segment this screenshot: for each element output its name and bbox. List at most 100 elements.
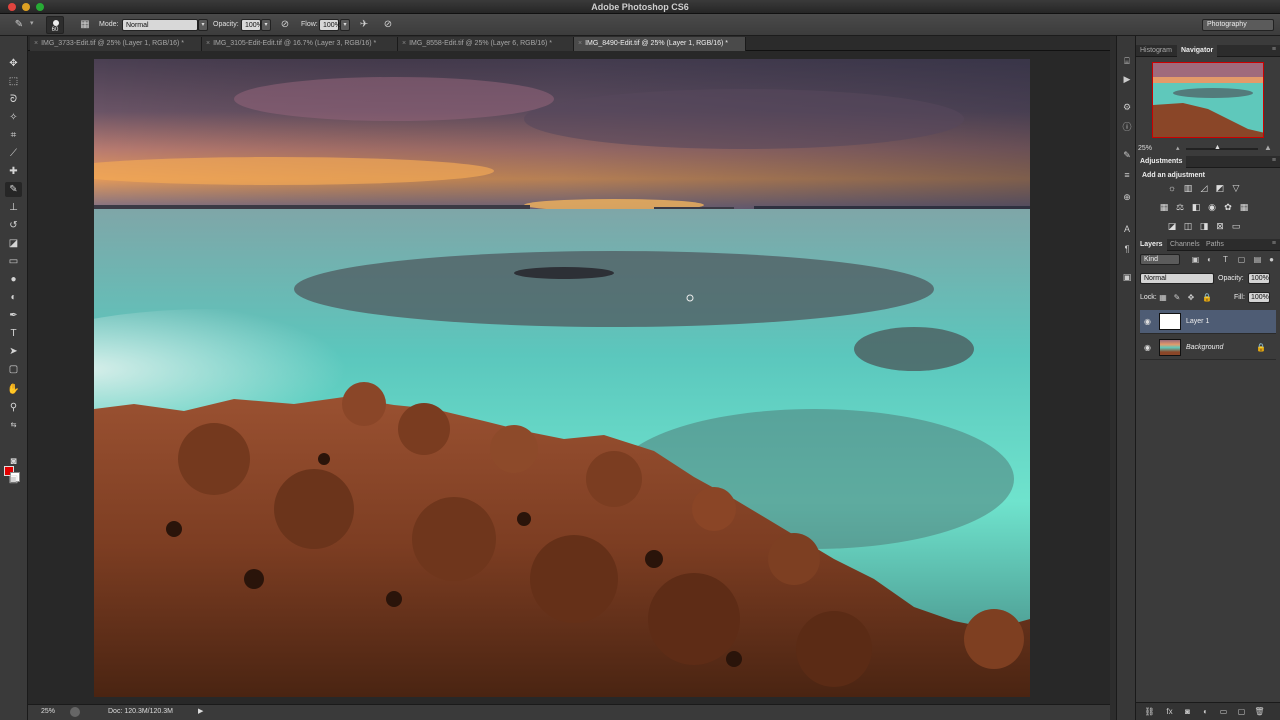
workspace-switcher[interactable]: Photography bbox=[1202, 19, 1274, 31]
tablet-size-icon[interactable]: ⊘ bbox=[381, 18, 395, 32]
mode-select[interactable]: Normal bbox=[122, 19, 198, 31]
zoom-in-icon[interactable]: ▲ bbox=[1264, 143, 1272, 152]
lasso-icon[interactable]: ᘐ bbox=[5, 92, 22, 107]
tab-img-3105[interactable]: × IMG_3105-Edit-Edit.tif @ 16.7% (Layer 3… bbox=[202, 37, 398, 51]
status-zoom[interactable]: 25% bbox=[41, 708, 55, 715]
layer-filter-select[interactable]: Kind bbox=[1140, 254, 1180, 265]
color-balance-icon[interactable]: ⚖ bbox=[1174, 201, 1186, 213]
quick-select-icon[interactable]: ✧ bbox=[5, 110, 22, 125]
history-brush-icon[interactable]: ↺ bbox=[5, 218, 22, 233]
curves-icon[interactable]: ◿ bbox=[1198, 182, 1210, 194]
photo-filter-icon[interactable]: ◉ bbox=[1206, 201, 1218, 213]
tablet-opacity-icon[interactable]: ⊘ bbox=[278, 18, 292, 32]
character-panel-icon[interactable]: A bbox=[1120, 222, 1134, 236]
flow-dropdown-icon[interactable]: ▾ bbox=[340, 19, 350, 31]
eraser-icon[interactable]: ◪ bbox=[5, 236, 22, 251]
tab-navigator[interactable]: Navigator bbox=[1177, 45, 1218, 57]
tool-presets-icon[interactable]: ▣ bbox=[1120, 270, 1134, 284]
layer-opacity-input[interactable]: 100% bbox=[1248, 273, 1270, 284]
layer-name[interactable]: Background bbox=[1186, 344, 1223, 351]
blend-mode-select[interactable]: Normal bbox=[1140, 273, 1214, 284]
levels-icon[interactable]: ▥ bbox=[1182, 182, 1194, 194]
gradient-icon[interactable]: ▭ bbox=[5, 254, 22, 269]
blur-icon[interactable]: ● bbox=[5, 272, 22, 287]
info-panel-icon[interactable]: ⓘ bbox=[1120, 120, 1134, 134]
tab-channels[interactable]: Channels bbox=[1166, 239, 1204, 251]
close-tab-icon[interactable]: × bbox=[206, 40, 210, 47]
hand-icon[interactable]: ✋ bbox=[5, 382, 22, 397]
preset-chevron-icon[interactable]: ▾ bbox=[30, 18, 34, 30]
filter-type-icon[interactable]: T bbox=[1220, 254, 1231, 265]
brush-icon[interactable]: ✎ bbox=[5, 182, 22, 197]
tab-img-8558[interactable]: × IMG_8558-Edit.tif @ 25% (Layer 6, RGB/1… bbox=[398, 37, 574, 51]
zoom-slider-knob-icon[interactable]: ▲ bbox=[1214, 144, 1221, 151]
filter-shape-icon[interactable]: ▢ bbox=[1236, 254, 1247, 265]
new-layer-icon[interactable]: ▢ bbox=[1236, 706, 1247, 717]
tab-histogram[interactable]: Histogram bbox=[1136, 45, 1176, 57]
zoom-out-icon[interactable]: ▴ bbox=[1176, 144, 1180, 152]
link-layers-icon[interactable]: ⛓ bbox=[1144, 706, 1155, 717]
tab-img-3733[interactable]: × IMG_3733-Edit.tif @ 25% (Layer 1, RGB/1… bbox=[30, 37, 202, 51]
layer-row-layer-1[interactable]: ◉ Layer 1 bbox=[1140, 310, 1276, 334]
gradient-map-icon[interactable]: ▭ bbox=[1230, 220, 1242, 232]
panel-menu-icon[interactable]: ≡ bbox=[1272, 157, 1276, 164]
shape-icon[interactable]: ▢ bbox=[5, 362, 22, 377]
properties-panel-icon[interactable]: ⚙ bbox=[1120, 100, 1134, 114]
navigator-zoom-value[interactable]: 25% bbox=[1138, 145, 1152, 152]
close-tab-icon[interactable]: × bbox=[578, 40, 582, 47]
brush-tool-preset-icon[interactable]: ✎ bbox=[12, 18, 26, 32]
healing-icon[interactable]: ✚ bbox=[5, 164, 22, 179]
navigator-zoom-slider[interactable] bbox=[1186, 148, 1258, 150]
posterize-icon[interactable]: ◫ bbox=[1182, 220, 1194, 232]
lock-all-icon[interactable]: 🔒 bbox=[1202, 293, 1212, 303]
type-icon[interactable]: T bbox=[5, 326, 22, 341]
color-lookup-icon[interactable]: ▦ bbox=[1238, 201, 1250, 213]
brush-presets-icon[interactable]: ≡ bbox=[1120, 168, 1134, 182]
selective-color-icon[interactable]: ⊠ bbox=[1214, 220, 1226, 232]
dodge-icon[interactable]: ◐ bbox=[5, 290, 22, 305]
tab-img-8490[interactable]: × IMG_8490-Edit.tif @ 25% (Layer 1, RGB/1… bbox=[574, 37, 746, 51]
eyedropper-icon[interactable]: ⟋ bbox=[5, 146, 22, 161]
panel-menu-icon[interactable]: ≡ bbox=[1272, 46, 1276, 53]
vibrance-icon[interactable]: ▽ bbox=[1230, 182, 1242, 194]
new-group-icon[interactable]: ▭ bbox=[1218, 706, 1229, 717]
filter-adjustment-icon[interactable]: ◐ bbox=[1204, 254, 1215, 265]
filter-toggle-icon[interactable]: ● bbox=[1266, 254, 1277, 265]
brightness-icon[interactable]: ☼ bbox=[1166, 182, 1178, 194]
opacity-dropdown-icon[interactable]: ▾ bbox=[261, 19, 271, 31]
visibility-eye-icon[interactable]: ◉ bbox=[1144, 317, 1151, 326]
airbrush-icon[interactable]: ✈ bbox=[357, 18, 371, 32]
flow-input[interactable]: 100% bbox=[319, 19, 341, 31]
screen-mode-icon[interactable]: ▣ bbox=[5, 472, 22, 487]
lock-pixels-icon[interactable]: ✎ bbox=[1172, 293, 1182, 303]
path-select-icon[interactable]: ➤ bbox=[5, 344, 22, 359]
actions-panel-icon[interactable]: ▶ bbox=[1120, 72, 1134, 86]
crop-icon[interactable]: ⌗ bbox=[5, 128, 22, 143]
filter-pixel-icon[interactable]: ▣ bbox=[1190, 254, 1201, 265]
clone-source-icon[interactable]: ⊕ bbox=[1120, 190, 1134, 204]
visibility-eye-icon[interactable]: ◉ bbox=[1144, 343, 1151, 352]
quick-mask-icon[interactable]: ◙ bbox=[5, 454, 22, 469]
new-adjustment-layer-icon[interactable]: ◐ bbox=[1200, 706, 1211, 717]
brush-size-picker[interactable]: 60 bbox=[46, 16, 64, 34]
navigator-thumbnail[interactable] bbox=[1152, 62, 1264, 138]
invert-icon[interactable]: ◪ bbox=[1166, 220, 1178, 232]
channel-mixer-icon[interactable]: ✿ bbox=[1222, 201, 1234, 213]
layer-row-background[interactable]: ◉ Background 🔒 bbox=[1140, 336, 1276, 360]
hue-saturation-icon[interactable]: ▦ bbox=[1158, 201, 1170, 213]
threshold-icon[interactable]: ◨ bbox=[1198, 220, 1210, 232]
canvas-area[interactable] bbox=[28, 51, 1110, 704]
filter-smart-object-icon[interactable]: ▤ bbox=[1252, 254, 1263, 265]
black-white-icon[interactable]: ◧ bbox=[1190, 201, 1202, 213]
fill-input[interactable]: 100% bbox=[1248, 292, 1270, 303]
document-canvas[interactable] bbox=[94, 59, 1030, 697]
zoom-icon[interactable]: ⚲ bbox=[5, 400, 22, 415]
panel-menu-icon[interactable]: ≡ bbox=[1272, 240, 1276, 247]
lock-position-icon[interactable]: ✥ bbox=[1186, 293, 1196, 303]
close-tab-icon[interactable]: × bbox=[34, 40, 38, 47]
swap-colors-icon[interactable]: ⇆ bbox=[5, 418, 22, 433]
layer-style-icon[interactable]: fx bbox=[1164, 706, 1175, 717]
brush-panel-toggle-icon[interactable]: ▦ bbox=[78, 18, 92, 32]
brush-panel-icon[interactable]: ✎ bbox=[1120, 148, 1134, 162]
tab-layers[interactable]: Layers bbox=[1136, 239, 1167, 251]
